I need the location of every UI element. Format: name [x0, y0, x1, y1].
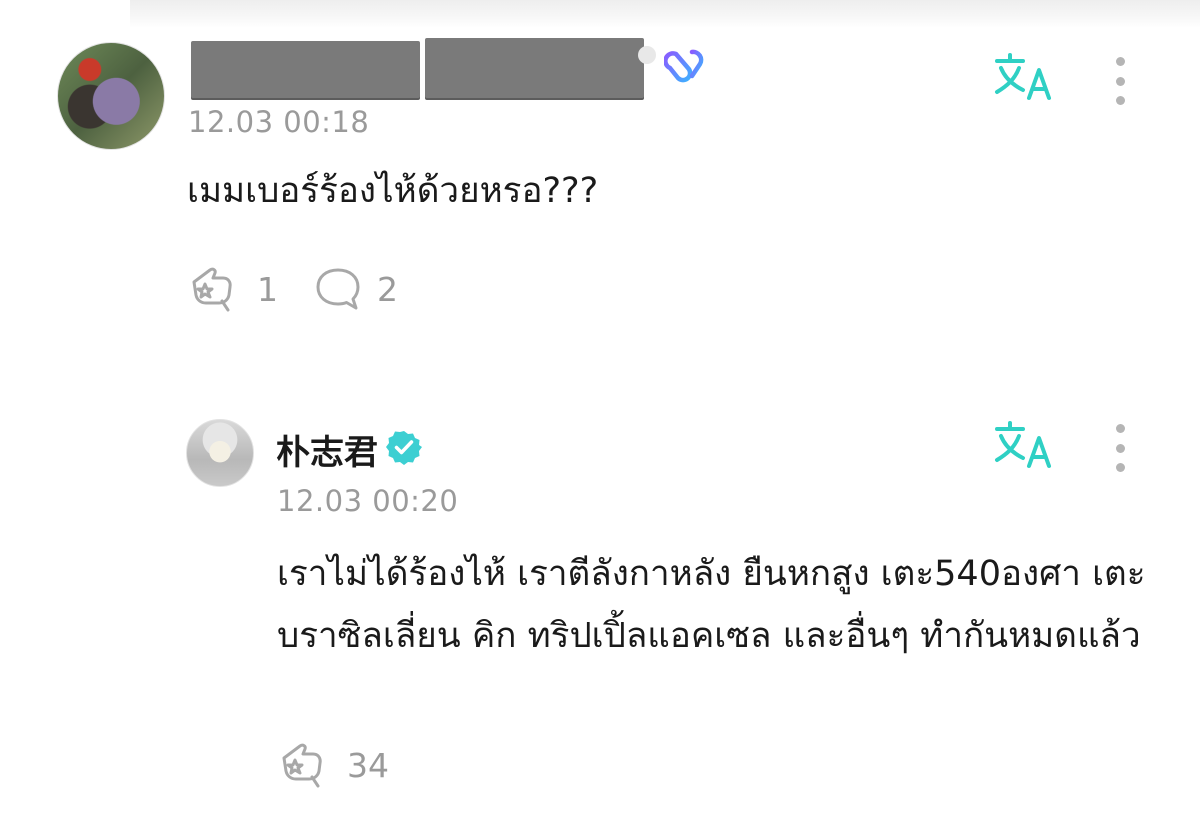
redacted-username-block [191, 41, 420, 98]
reply-count: 2 [377, 270, 398, 309]
kebab-menu-icon[interactable] [1115, 424, 1125, 472]
redacted-username-block [425, 38, 644, 98]
comment-timestamp: 12.03 00:20 [277, 484, 459, 518]
translate-icon[interactable] [993, 52, 1053, 102]
comment-text: เมมเบอร์ร้องไห้ด้วยหรอ??? [187, 171, 599, 211]
badge-dot [638, 46, 656, 64]
hand-star-icon[interactable] [278, 740, 328, 790]
username[interactable]: 朴志君 [276, 425, 378, 474]
link-badge-icon [664, 49, 704, 83]
comment-timestamp: 12.03 00:18 [188, 105, 370, 139]
kebab-menu-icon[interactable] [1115, 57, 1125, 105]
speech-bubble-icon[interactable] [313, 264, 363, 314]
avatar[interactable] [57, 42, 165, 150]
avatar[interactable] [186, 419, 254, 487]
hand-star-icon[interactable] [188, 264, 238, 314]
translate-icon[interactable] [993, 420, 1053, 470]
top-shadow [130, 0, 1200, 28]
like-count: 1 [257, 270, 278, 309]
verified-check-icon [386, 431, 422, 465]
like-count: 34 [347, 746, 389, 785]
comment-text: เราไม่ได้ร้องไห้ เราตีลังกาหลัง ยืนหกสูง… [277, 554, 1146, 656]
